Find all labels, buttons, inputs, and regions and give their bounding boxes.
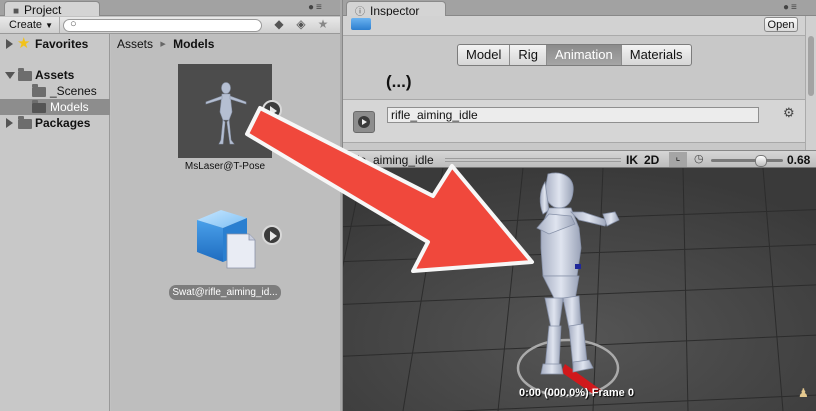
annotation-arrow — [245, 106, 534, 273]
